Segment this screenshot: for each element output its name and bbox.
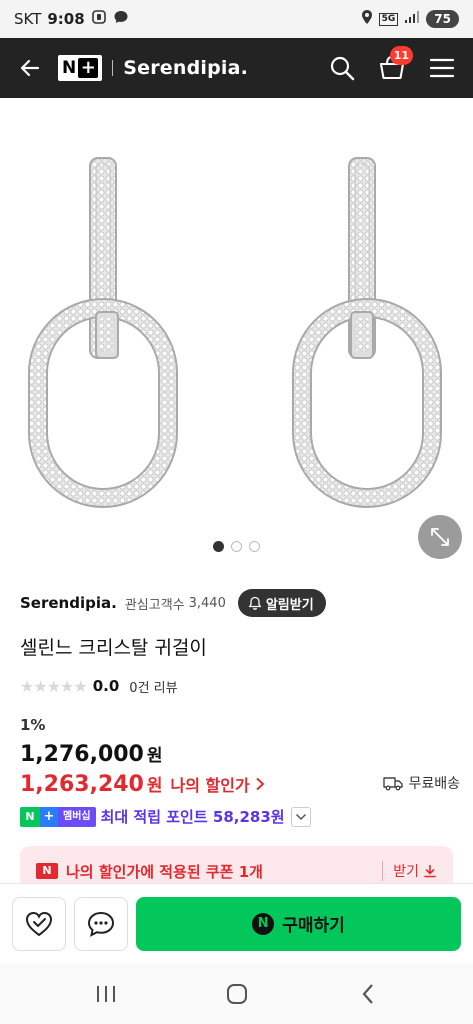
status-bar: SKT 9:08 5G 75 <box>0 0 473 38</box>
recent-apps-icon <box>96 985 115 1002</box>
star-icon: ★ <box>20 676 34 696</box>
my-discount-link[interactable]: 나의 할인가 <box>171 772 250 796</box>
star-icon: ★ <box>60 676 74 696</box>
chat-bubble-icon <box>113 9 129 29</box>
coupon-icon: N <box>36 863 58 879</box>
gallery-pagination <box>0 541 473 552</box>
naver-plus-logo[interactable]: N + <box>58 55 103 81</box>
zoom-button[interactable] <box>418 515 462 559</box>
header-icons: 11 <box>327 46 457 83</box>
header-divider <box>112 60 114 76</box>
delivery-truck-icon <box>383 777 404 791</box>
product-image[interactable] <box>0 98 473 568</box>
battery-indicator: 75 <box>426 10 459 28</box>
back-button[interactable] <box>16 54 44 82</box>
earrings-image <box>28 157 442 508</box>
hamburger-menu-icon <box>429 58 455 78</box>
original-price: 1,276,000 <box>20 742 144 767</box>
clock: 9:08 <box>47 10 85 28</box>
naver-plus-logo-box: N + <box>58 55 103 81</box>
cart-count-badge: 11 <box>389 46 413 65</box>
membership-points-row: N + 멤버십 최대 적립 포인트 58,283원 <box>20 806 311 827</box>
recent-apps-button[interactable] <box>84 972 128 1016</box>
cart-button[interactable]: 11 <box>377 46 413 83</box>
sale-price-unit: 원 <box>146 776 163 796</box>
membership-badge-plus: + <box>40 806 58 827</box>
original-price-unit: 원 <box>146 746 163 766</box>
max-points-text: 최대 적립 포인트 58,283원 <box>100 808 285 826</box>
naver-plus-membership-badge: N + 멤버십 <box>20 806 96 827</box>
back-nav-button[interactable] <box>346 972 390 1016</box>
signal-icon <box>404 10 420 28</box>
gallery-dot[interactable] <box>213 541 224 552</box>
rating-value: 0.0 <box>92 677 120 695</box>
gallery-dot[interactable] <box>249 541 260 552</box>
membership-badge-label: 멤버십 <box>58 806 96 827</box>
rating-row[interactable]: ★ ★ ★ ★ ★ 0.0 0건 리뷰 <box>20 676 178 696</box>
coupon-get-label: 받기 <box>393 864 419 880</box>
android-nav-bar <box>0 963 473 1024</box>
search-icon <box>330 56 355 81</box>
naver-plus-logo-n: N <box>62 58 77 78</box>
location-icon <box>361 9 373 29</box>
naver-pay-icon: N <box>252 912 275 935</box>
buy-button-label: 구매하기 <box>282 916 345 936</box>
store-name[interactable]: Serendipia. <box>123 57 248 79</box>
star-icon: ★ <box>33 676 47 696</box>
free-shipping-label: 무료배송 <box>408 776 460 792</box>
search-button[interactable] <box>327 53 357 83</box>
star-rating: ★ ★ ★ ★ ★ <box>20 676 88 696</box>
home-icon <box>226 983 247 1004</box>
expand-icon <box>431 528 449 546</box>
heart-check-icon <box>25 911 53 936</box>
app-header: N + Serendipia. 11 <box>0 38 473 98</box>
chat-bubble-icon <box>87 911 115 937</box>
download-icon <box>424 864 436 878</box>
status-left: SKT 9:08 <box>14 9 129 29</box>
chevron-down-icon <box>295 813 306 820</box>
coupon-text: 나의 할인가에 적용된 쿠폰 1개 <box>66 862 263 881</box>
sale-price: 1,263,240 <box>20 772 144 797</box>
follower-count: 3,440 <box>188 595 226 611</box>
coupon-divider <box>382 861 384 881</box>
gallery-dot[interactable] <box>231 541 242 552</box>
points-expand-button[interactable] <box>290 806 311 827</box>
back-chevron-icon <box>362 983 373 1004</box>
review-count: 0건 리뷰 <box>129 680 178 696</box>
star-icon: ★ <box>73 676 87 696</box>
seller-name[interactable]: Serendipia. <box>20 594 117 612</box>
wishlist-button[interactable] <box>12 896 66 951</box>
coupon-get-button[interactable]: 받기 <box>393 861 437 881</box>
seller-row: Serendipia. 관심고객수 3,440 알림받기 <box>20 588 460 618</box>
talktalk-chat-button[interactable] <box>74 896 128 951</box>
back-arrow-icon <box>20 59 40 77</box>
menu-button[interactable] <box>427 53 457 83</box>
free-shipping: 무료배송 <box>383 773 460 793</box>
alarm-subscribe-label: 알림받기 <box>265 597 314 613</box>
network-5g-indicator: 5G <box>378 12 399 26</box>
status-right: 5G 75 <box>361 9 459 29</box>
home-button[interactable] <box>215 972 259 1016</box>
naver-plus-logo-plus: + <box>78 58 99 78</box>
discount-rate: 1% <box>20 716 46 734</box>
sale-price-row: 1,263,240 원 나의 할인가 무료배송 <box>20 771 460 797</box>
bell-plus-icon <box>248 596 262 610</box>
right-earring <box>292 157 442 508</box>
star-icon: ★ <box>46 676 61 696</box>
bottom-action-bar: N 구매하기 <box>0 883 473 963</box>
follower-label: 관심고객수 <box>124 597 185 613</box>
product-title: 셀린느 크리스탈 귀걸이 <box>20 637 207 659</box>
alarm-subscribe-button[interactable]: 알림받기 <box>237 589 326 617</box>
buy-button[interactable]: N 구매하기 <box>136 896 461 951</box>
membership-badge-n: N <box>20 806 40 827</box>
carrier-label: SKT <box>14 10 42 28</box>
chevron-right-icon <box>255 776 265 795</box>
original-price-row: 1,276,000 원 <box>20 741 163 767</box>
record-icon <box>91 9 107 29</box>
left-earring <box>28 157 178 508</box>
